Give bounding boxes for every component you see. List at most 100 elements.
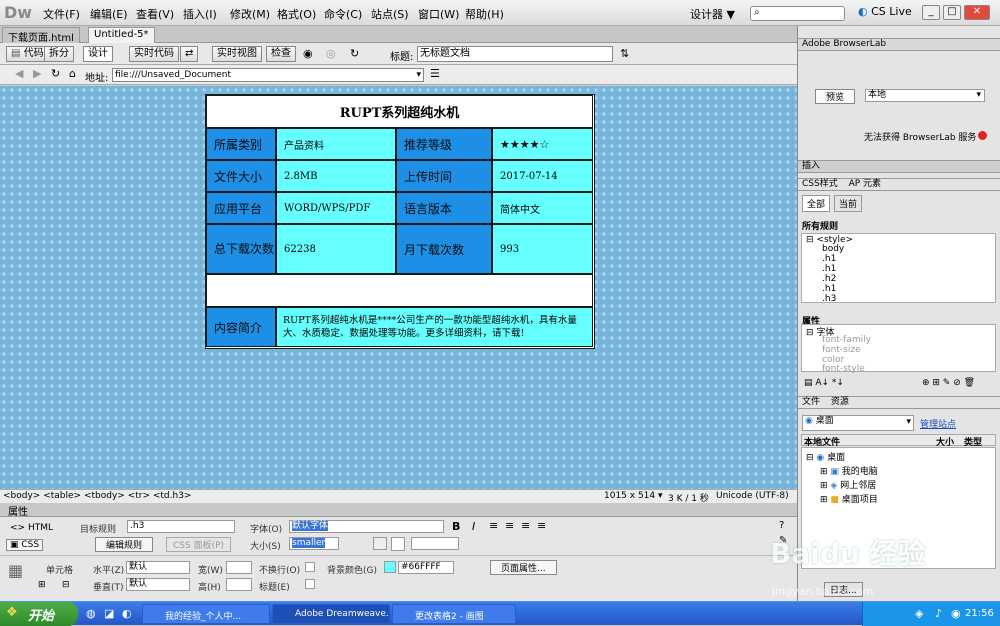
value-platform[interactable]: WORD/WPS/PDF xyxy=(276,192,396,224)
address-input[interactable]: file:///Unsaved_Document ▾ xyxy=(112,68,424,82)
tab-ap-elements[interactable]: AP 元素 xyxy=(849,179,881,189)
label-rating[interactable]: 推荐等级 xyxy=(396,128,492,160)
design-view-button[interactable]: 设计 xyxy=(83,46,113,62)
css-mode-button[interactable]: ▣ CSS xyxy=(6,539,44,551)
file-management-icon[interactable]: ⇅ xyxy=(620,47,629,60)
code-view-button[interactable]: ▤ 代码 xyxy=(6,46,49,62)
nowrap-checkbox[interactable] xyxy=(305,562,315,572)
forward-icon[interactable]: ▶ xyxy=(33,67,41,80)
page-properties-button[interactable]: 页面属性... xyxy=(490,560,557,575)
horz-align-select[interactable]: 默认 xyxy=(126,561,190,574)
menu-help[interactable]: 帮助(H) xyxy=(465,6,504,22)
task-browser[interactable]: 我的经验_个人中... xyxy=(142,604,270,624)
value-intro[interactable]: RUPT系列超纯水机是****公司生产的一款功能型超纯水机，具有水量大、水质稳定… xyxy=(276,307,593,347)
label-category[interactable]: 所属类别 xyxy=(206,128,276,160)
insert-panel-header[interactable]: 插入 xyxy=(798,160,1000,173)
menu-view[interactable]: 查看(V) xyxy=(136,6,174,22)
edit-rule-button[interactable]: 编辑规则 xyxy=(95,537,154,552)
css-panel-actions[interactable]: ⊕ ⊞ ✎ ⊘ 🗑 xyxy=(922,378,975,388)
view-options-icon[interactable]: ☰ xyxy=(430,67,440,80)
align-center-icon[interactable]: ≡ xyxy=(505,519,514,532)
target-rule-select[interactable]: .h3 xyxy=(127,520,235,533)
value-file-size[interactable]: 2.8MB xyxy=(276,160,396,192)
chevron-down-icon[interactable]: ▾ xyxy=(976,90,981,101)
browser-preview-icon[interactable]: ◉ xyxy=(303,47,313,60)
split-view-button[interactable]: 拆分 xyxy=(44,46,74,62)
label-file-size[interactable]: 文件大小 xyxy=(206,160,276,192)
home-icon[interactable]: ⌂ xyxy=(69,67,76,80)
tab-download-page[interactable]: 下载页面.html xyxy=(2,27,80,44)
bg-color-input[interactable]: #66FFFF xyxy=(398,561,454,574)
color-input[interactable] xyxy=(411,537,459,550)
empty-row[interactable] xyxy=(206,274,593,307)
value-total-downloads[interactable]: 62238 xyxy=(276,224,396,274)
live-view-button[interactable]: 实时视图 xyxy=(212,46,262,62)
rule-body[interactable]: body xyxy=(822,244,844,254)
inspect-button[interactable]: 检查 xyxy=(266,46,296,62)
size-unit-select[interactable] xyxy=(373,537,387,550)
properties-header[interactable]: 属性 xyxy=(0,503,797,518)
label-language[interactable]: 语言版本 xyxy=(396,192,492,224)
prop-font-family[interactable]: font-family xyxy=(822,335,871,345)
tree-item-my-computer[interactable]: ⊞ ▣ 我的电脑 xyxy=(820,464,878,477)
value-rating[interactable]: ★★★★☆ xyxy=(492,128,593,160)
rule-h1[interactable]: .h1 xyxy=(822,254,836,264)
tray-app-icon[interactable]: ◉ xyxy=(951,607,961,620)
label-platform[interactable]: 应用平台 xyxy=(206,192,276,224)
page-title-input[interactable]: 无标题文档 xyxy=(417,46,613,62)
quicklaunch-media-icon[interactable]: ◐ xyxy=(122,607,132,620)
browserlab-header[interactable]: Adobe BrowserLab xyxy=(798,38,1000,51)
justify-icon[interactable]: ≡ xyxy=(537,519,546,532)
chevron-down-icon[interactable]: ▾ xyxy=(416,69,421,81)
tree-item-desktop-items[interactable]: ⊞ ■ 桌面项目 xyxy=(820,492,878,505)
rule-h3[interactable]: .h3 xyxy=(822,294,836,304)
align-left-icon[interactable]: ≡ xyxy=(489,519,498,532)
back-icon[interactable]: ◀ xyxy=(15,67,23,80)
menu-window[interactable]: 窗口(W) xyxy=(418,6,459,22)
label-upload-time[interactable]: 上传时间 xyxy=(396,160,492,192)
label-intro[interactable]: 内容简介 xyxy=(206,307,276,347)
chevron-down-icon[interactable]: ▾ xyxy=(906,417,911,428)
value-category[interactable]: 产品资料 xyxy=(276,128,396,160)
tray-volume-icon[interactable]: ♪ xyxy=(935,607,942,620)
menu-format[interactable]: 格式(O) xyxy=(277,6,316,22)
label-monthly-downloads[interactable]: 月下载次数 xyxy=(396,224,492,274)
task-dreamweaver[interactable]: Adobe Dreamweave... xyxy=(272,604,390,624)
width-input[interactable] xyxy=(226,561,252,574)
current-rules-toggle[interactable]: 当前 xyxy=(834,195,863,212)
debug-icon[interactable]: ◎ xyxy=(326,47,336,60)
tag-selector[interactable]: <body> <table> <tbody> <tr> <td.h3> xyxy=(3,491,191,501)
color-swatch[interactable] xyxy=(391,537,405,551)
menu-commands[interactable]: 命令(C) xyxy=(324,6,362,22)
prop-font-size[interactable]: font-size xyxy=(822,345,861,355)
menu-site[interactable]: 站点(S) xyxy=(371,6,409,22)
font-select[interactable]: 默认字体 xyxy=(289,520,444,533)
align-right-icon[interactable]: ≡ xyxy=(521,519,530,532)
all-rules-toggle[interactable]: 全部 xyxy=(802,195,831,212)
tree-item-desktop[interactable]: ⊟ ◉ 桌面 xyxy=(806,450,845,463)
window-size[interactable]: 1015 x 514 ▾ xyxy=(604,491,663,501)
merge-cells-icon[interactable]: ⊞ xyxy=(38,580,46,590)
help-search-input[interactable]: ⌕ xyxy=(750,6,845,21)
rule-h1[interactable]: .h1 xyxy=(822,284,836,294)
rule-h1[interactable]: .h1 xyxy=(822,264,836,274)
prop-font-style[interactable]: font-style xyxy=(822,364,865,374)
menu-insert[interactable]: 插入(I) xyxy=(183,6,217,22)
site-select[interactable]: ◉ 桌面 ▾ xyxy=(802,415,914,431)
header-checkbox[interactable] xyxy=(305,579,315,589)
split-cells-icon[interactable]: ⊟ xyxy=(62,580,70,590)
product-info-table[interactable]: RUPT系列超纯水机 所属类别 产品资料 推荐等级 ★★★★☆ 文件大小 2.8… xyxy=(205,94,595,349)
bg-color-swatch[interactable] xyxy=(384,561,396,573)
manage-sites-link[interactable]: 管理站点 xyxy=(920,417,956,430)
tab-files[interactable]: 文件 xyxy=(802,397,820,407)
refresh-icon[interactable]: ↻ xyxy=(350,47,359,60)
reload-icon[interactable]: ↻ xyxy=(51,67,60,80)
help-icon[interactable]: ? xyxy=(779,520,784,531)
html-mode-button[interactable]: <> HTML xyxy=(10,523,53,533)
preview-button[interactable]: 预览 xyxy=(815,89,856,104)
task-paint[interactable]: 更改表格2 - 画图 xyxy=(392,604,516,624)
tab-assets[interactable]: 资源 xyxy=(831,397,849,407)
rule-h2[interactable]: .h2 xyxy=(822,274,836,284)
italic-icon[interactable]: I xyxy=(472,520,475,533)
vert-align-select[interactable]: 默认 xyxy=(126,578,190,591)
